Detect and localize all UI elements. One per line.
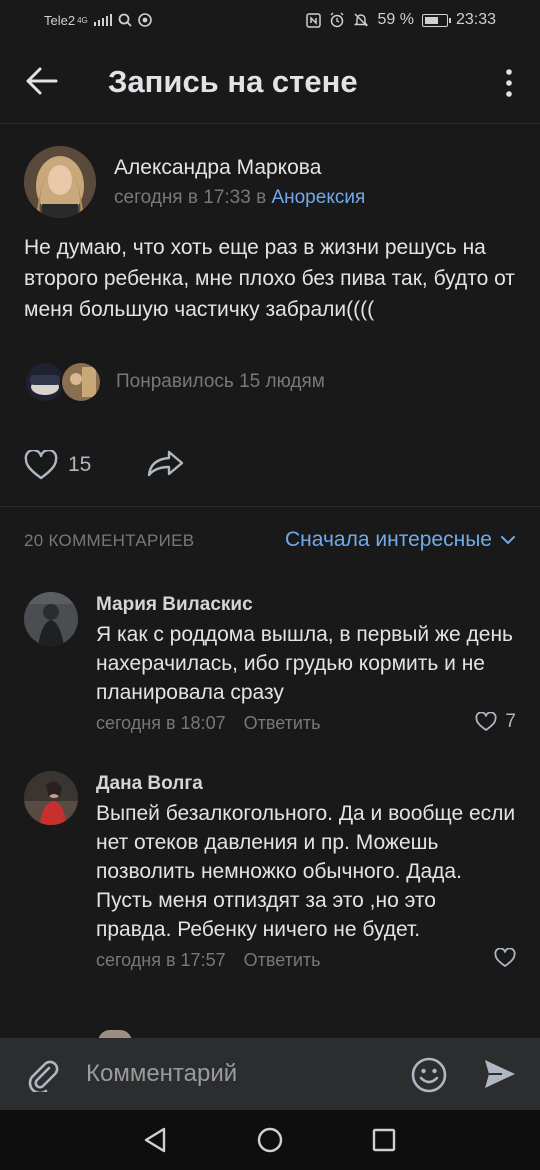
author-name[interactable]: Александра Маркова xyxy=(114,156,321,180)
comment-footer: сегодня в 18:07 Ответить 7 xyxy=(96,709,516,737)
divider xyxy=(0,506,540,507)
attach-icon[interactable] xyxy=(24,1056,60,1092)
sort-dropdown[interactable]: Сначала интересные xyxy=(285,528,516,552)
liked-by-text: Понравилось 15 людям xyxy=(116,371,325,392)
page-title: Запись на стене xyxy=(108,64,358,99)
system-nav-bar xyxy=(0,1110,540,1170)
comment-like-count: 7 xyxy=(505,711,516,732)
comment-author[interactable]: Дана Волга xyxy=(96,773,516,795)
more-vertical-icon[interactable] xyxy=(504,68,514,98)
vk-notification-icon xyxy=(137,13,152,27)
battery-icon xyxy=(421,13,451,27)
post-time: сегодня в 17:33 в xyxy=(114,187,267,208)
heart-icon xyxy=(24,450,58,480)
comment-body: Мария Виласкис Я как с роддома вышла, в … xyxy=(96,592,516,737)
search-icon xyxy=(118,13,132,27)
comment-composer xyxy=(0,1038,540,1110)
liked-by[interactable]: Понравилось 15 людям xyxy=(24,360,325,404)
avatar[interactable] xyxy=(24,146,96,218)
signal-icon xyxy=(93,14,112,26)
liker-avatar xyxy=(60,361,102,403)
reply-button[interactable]: Ответить xyxy=(244,713,321,734)
nav-recents-icon[interactable] xyxy=(372,1128,396,1152)
status-right: 59 % 23:33 xyxy=(306,11,496,29)
post-text: Не думаю, что хоть еще раз в жизни решус… xyxy=(24,236,515,321)
like-count: 15 xyxy=(68,453,92,476)
sort-label: Сначала интересные xyxy=(285,528,492,551)
alarm-icon xyxy=(330,12,344,28)
avatar[interactable] xyxy=(24,592,78,646)
avatar[interactable] xyxy=(24,771,78,825)
nav-home-icon[interactable] xyxy=(256,1126,284,1154)
app-header: Запись на стене xyxy=(0,40,540,124)
avatar-photo xyxy=(24,146,96,218)
clock: 23:33 xyxy=(455,11,496,28)
carrier-label: Tele2 xyxy=(44,12,76,28)
comment-like-button[interactable]: 7 xyxy=(475,711,516,733)
nfc-icon xyxy=(306,12,322,28)
comment-input[interactable] xyxy=(86,1056,386,1092)
comment-like-button[interactable] xyxy=(494,948,516,968)
status-left: Tele2 4G xyxy=(44,13,152,28)
comment-footer: сегодня в 17:57 Ответить xyxy=(96,946,516,974)
status-bar: Tele2 4G 59 % 23:33 xyxy=(0,0,540,40)
post-actions: 15 xyxy=(24,445,185,485)
send-icon[interactable] xyxy=(482,1056,518,1092)
like-button[interactable]: 15 xyxy=(24,450,91,480)
post-author: Александра Маркова сегодня в 17:33 в Ано… xyxy=(24,146,516,218)
heart-icon xyxy=(494,948,516,967)
comment-time: сегодня в 17:57 xyxy=(96,949,226,970)
share-button[interactable] xyxy=(147,449,185,482)
battery-percent: 59 % xyxy=(377,11,414,28)
comment-text: Я как с роддома вышла, в первый же день … xyxy=(96,623,513,704)
group-link[interactable]: Анорексия xyxy=(271,187,365,208)
post-meta: сегодня в 17:33 в Анорексия xyxy=(114,187,365,209)
comment-time: сегодня в 18:07 xyxy=(96,712,226,733)
back-arrow-icon[interactable] xyxy=(24,66,58,96)
comment-author[interactable]: Мария Виласкис xyxy=(96,594,516,616)
heart-icon xyxy=(475,712,497,731)
reply-button[interactable]: Ответить xyxy=(244,950,321,971)
comment-body: Дана Волга Выпей безалкогольного. Да и в… xyxy=(96,771,516,974)
comment-text: Выпей безалкогольного. Да и вообще если … xyxy=(96,802,516,941)
emoji-icon[interactable] xyxy=(410,1056,448,1094)
mute-icon xyxy=(354,13,369,27)
share-icon xyxy=(148,450,184,476)
nav-back-icon[interactable] xyxy=(142,1126,168,1154)
chevron-down-icon xyxy=(501,536,515,545)
comments-count: 20 КОММЕНТАРИЕВ xyxy=(24,531,195,550)
comments-header: 20 КОММЕНТАРИЕВ Сначала интересные xyxy=(24,528,516,554)
network-type: 4G xyxy=(77,15,88,25)
